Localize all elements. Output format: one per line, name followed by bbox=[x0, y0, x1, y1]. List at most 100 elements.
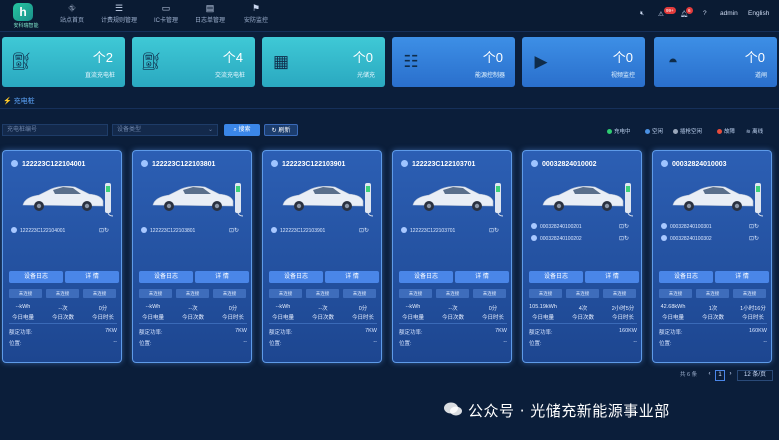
refresh-button[interactable]: ↻ 刷新 bbox=[264, 124, 298, 136]
detail-button[interactable]: 详 情 bbox=[715, 271, 769, 283]
connection-tag: 未连接 bbox=[83, 289, 116, 298]
detail-button[interactable]: 详 情 bbox=[325, 271, 379, 283]
gun-id: 122223C122103701 bbox=[410, 228, 456, 234]
stat-count: 个4 bbox=[222, 50, 243, 65]
page-size-select[interactable]: 12 条/页 bbox=[737, 370, 773, 381]
detail-button[interactable]: 详 情 bbox=[195, 271, 249, 283]
pile-icon bbox=[11, 160, 18, 167]
gun-icon bbox=[661, 235, 667, 241]
charging-pile-card[interactable]: 122223C122104001 122223C122104001 ⊡↻ 设备日志… bbox=[2, 150, 122, 363]
device-type-placeholder: 设备类型 bbox=[117, 127, 142, 133]
stat-card-solar[interactable]: ▦ 个0 光储充 bbox=[262, 37, 385, 87]
device-log-button[interactable]: 设备日志 bbox=[659, 271, 713, 283]
device-log-button[interactable]: 设备日志 bbox=[269, 271, 323, 283]
tab-charging-pile[interactable]: ⚡ 充电桩 bbox=[3, 96, 35, 106]
stat-card-dc[interactable]: ⛽︎ 个2 直流充电桩 bbox=[2, 37, 125, 87]
gun-icon bbox=[531, 223, 537, 229]
today-energy-value: 42.68kWh bbox=[660, 304, 686, 310]
search-button[interactable]: ⌕ 搜索 bbox=[224, 124, 260, 136]
lock-refresh-icon[interactable]: ⊡↻ bbox=[229, 227, 239, 234]
language-switch[interactable]: English bbox=[748, 10, 769, 17]
today-energy-label: 今日电量 bbox=[11, 315, 34, 321]
today-energy-label: 今日电量 bbox=[401, 315, 424, 321]
gun-id: 000328240100202 bbox=[540, 236, 582, 242]
connection-tag: 未连接 bbox=[733, 289, 766, 298]
pile-id: 00032824010003 bbox=[661, 160, 727, 168]
nav-label: 站点首页 bbox=[59, 18, 84, 24]
car-charger-illustration bbox=[147, 177, 247, 217]
lock-refresh-icon[interactable]: ⊡↻ bbox=[749, 235, 759, 242]
detail-button[interactable]: 详 情 bbox=[585, 271, 639, 283]
legend-fault: 故障 bbox=[717, 127, 735, 135]
device-type-select[interactable]: 设备类型 ⌄ bbox=[112, 124, 218, 136]
device-log-button[interactable]: 设备日志 bbox=[9, 271, 63, 283]
gun-id: 122223C122103801 bbox=[150, 228, 196, 234]
divider bbox=[9, 323, 117, 324]
gun-id: 000328240100201 bbox=[540, 224, 582, 230]
camera-icon: ▶ bbox=[534, 52, 548, 71]
today-count-label: 今日次数 bbox=[181, 315, 204, 321]
device-log-button[interactable]: 设备日志 bbox=[139, 271, 193, 283]
pile-number-input[interactable]: 充电桩编号 bbox=[2, 124, 108, 136]
chevron-down-icon: ⌄ bbox=[207, 127, 213, 133]
user-name[interactable]: admin bbox=[720, 10, 738, 17]
pile-id: 122223C122103901 bbox=[271, 160, 345, 168]
device-log-button[interactable]: 设备日志 bbox=[399, 271, 453, 283]
charging-pile-card[interactable]: 122223C122103801 122223C122103801 ⊡↻ 设备日志… bbox=[132, 150, 252, 363]
prev-page-button[interactable]: ‹ bbox=[705, 370, 714, 381]
rated-power-row: 额定功率: 160KW bbox=[659, 328, 767, 336]
nav-item-security[interactable]: ⚑ 安防监控 bbox=[238, 4, 274, 30]
charging-pile-card[interactable]: 122223C122103901 122223C122103901 ⊡↻ 设备日志… bbox=[262, 150, 382, 363]
connection-tag: 未连接 bbox=[659, 289, 692, 298]
nav-item-ic-card[interactable]: ▭ IC卡管理 bbox=[148, 4, 184, 30]
mute-icon[interactable]: 🔇︎ bbox=[640, 10, 644, 18]
rated-power-value: 7KW bbox=[365, 328, 377, 334]
charging-pile-card[interactable]: 00032824010002 000328240100201 ⊡↻ 00032824… bbox=[522, 150, 642, 363]
next-page-button[interactable]: › bbox=[726, 370, 735, 381]
page-number-button[interactable]: 1 bbox=[715, 370, 725, 381]
lock-refresh-icon[interactable]: ⊡↻ bbox=[99, 227, 109, 234]
lock-refresh-icon[interactable]: ⊡↻ bbox=[619, 223, 629, 230]
rated-power-row: 额定功率: 160KW bbox=[529, 328, 637, 336]
lock-refresh-icon[interactable]: ⊡↻ bbox=[619, 235, 629, 242]
device-log-button[interactable]: 设备日志 bbox=[529, 271, 583, 283]
lock-refresh-icon[interactable]: ⊡↻ bbox=[749, 223, 759, 230]
connection-tag: 未连接 bbox=[399, 289, 432, 298]
pile-id: 122223C122103801 bbox=[141, 160, 215, 168]
logo-mark-icon: h bbox=[13, 3, 33, 21]
gun-icon bbox=[661, 223, 667, 229]
stat-card-gate[interactable]: ◓ 个0 道闸 bbox=[654, 37, 777, 87]
log-icon: ▤ bbox=[205, 3, 215, 13]
lock-refresh-icon[interactable]: ⊡↻ bbox=[489, 227, 499, 234]
nav-item-home[interactable]: ⛗ 站点首页 bbox=[54, 4, 90, 30]
divider bbox=[399, 323, 507, 324]
nav-item-billing[interactable]: ☰ 计费规则管理 bbox=[96, 4, 142, 30]
refresh-icon: ↻ bbox=[271, 128, 277, 134]
today-energy-label: 今日电量 bbox=[141, 315, 164, 321]
stat-card-camera[interactable]: ▶ 个0 视频监控 bbox=[522, 37, 645, 87]
logo[interactable]: h 安科瑞智能 bbox=[6, 3, 46, 31]
charging-pile-card[interactable]: 122223C122103701 122223C122103701 ⊡↻ 设备日志… bbox=[392, 150, 512, 363]
today-count-label: 今日次数 bbox=[311, 315, 334, 321]
solar-panel-icon: ▦ bbox=[272, 52, 290, 71]
sitemap-icon: ⛗ bbox=[68, 3, 76, 13]
detail-button[interactable]: 详 情 bbox=[455, 271, 509, 283]
today-duration-value: 1小时16分 bbox=[740, 306, 766, 312]
location-value: -- bbox=[373, 339, 377, 345]
today-energy-label: 今日电量 bbox=[271, 315, 294, 321]
car-charger-illustration bbox=[277, 177, 377, 217]
today-count-value: --次 bbox=[448, 306, 458, 312]
rated-power-row: 额定功率: 7KW bbox=[269, 328, 377, 336]
rated-power-value: 7KW bbox=[495, 328, 507, 334]
alarm-icon[interactable]: ⚠ bbox=[658, 10, 664, 18]
lock-refresh-icon[interactable]: ⊡↻ bbox=[359, 227, 369, 234]
location-value: -- bbox=[633, 339, 637, 345]
stat-card-controller[interactable]: ☷ 个0 能源控制器 bbox=[392, 37, 515, 87]
detail-button[interactable]: 详 情 bbox=[65, 271, 119, 283]
search-icon: ⌕ bbox=[233, 127, 237, 133]
stat-card-ac[interactable]: ⛽︎ 个4 交流充电桩 bbox=[132, 37, 255, 87]
help-icon[interactable]: ? bbox=[703, 10, 707, 17]
nav-item-log[interactable]: ▤ 日志单管理 bbox=[190, 4, 230, 30]
rated-power-value: 7KW bbox=[105, 328, 117, 334]
charging-pile-card[interactable]: 00032824010003 000328240100301 ⊡↻ 00032824… bbox=[652, 150, 772, 363]
